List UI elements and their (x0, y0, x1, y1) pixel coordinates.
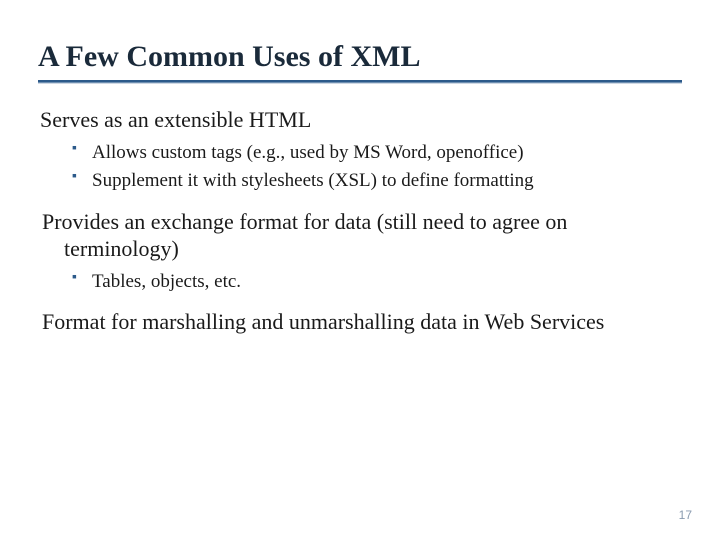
bullet-list-1: Allows custom tags (e.g., used by MS Wor… (38, 140, 682, 194)
section-2: Provides an exchange format for data (st… (38, 208, 682, 295)
page-number: 17 (679, 508, 692, 522)
bullet-item: Allows custom tags (e.g., used by MS Wor… (92, 140, 682, 166)
section-heading-1: Serves as an extensible HTML (38, 106, 682, 134)
title-underline (38, 80, 682, 84)
bullet-list-2: Tables, objects, etc. (38, 269, 682, 295)
bullet-item: Supplement it with stylesheets (XSL) to … (92, 168, 682, 194)
slide-container: A Few Common Uses of XML Serves as an ex… (0, 0, 720, 366)
section-heading-3: Format for marshalling and unmarshalling… (40, 308, 682, 336)
slide-title: A Few Common Uses of XML (38, 40, 682, 74)
section-heading-2: Provides an exchange format for data (st… (40, 208, 682, 263)
bullet-item: Tables, objects, etc. (92, 269, 682, 295)
section-3: Format for marshalling and unmarshalling… (38, 308, 682, 336)
section-1: Serves as an extensible HTML Allows cust… (38, 106, 682, 194)
